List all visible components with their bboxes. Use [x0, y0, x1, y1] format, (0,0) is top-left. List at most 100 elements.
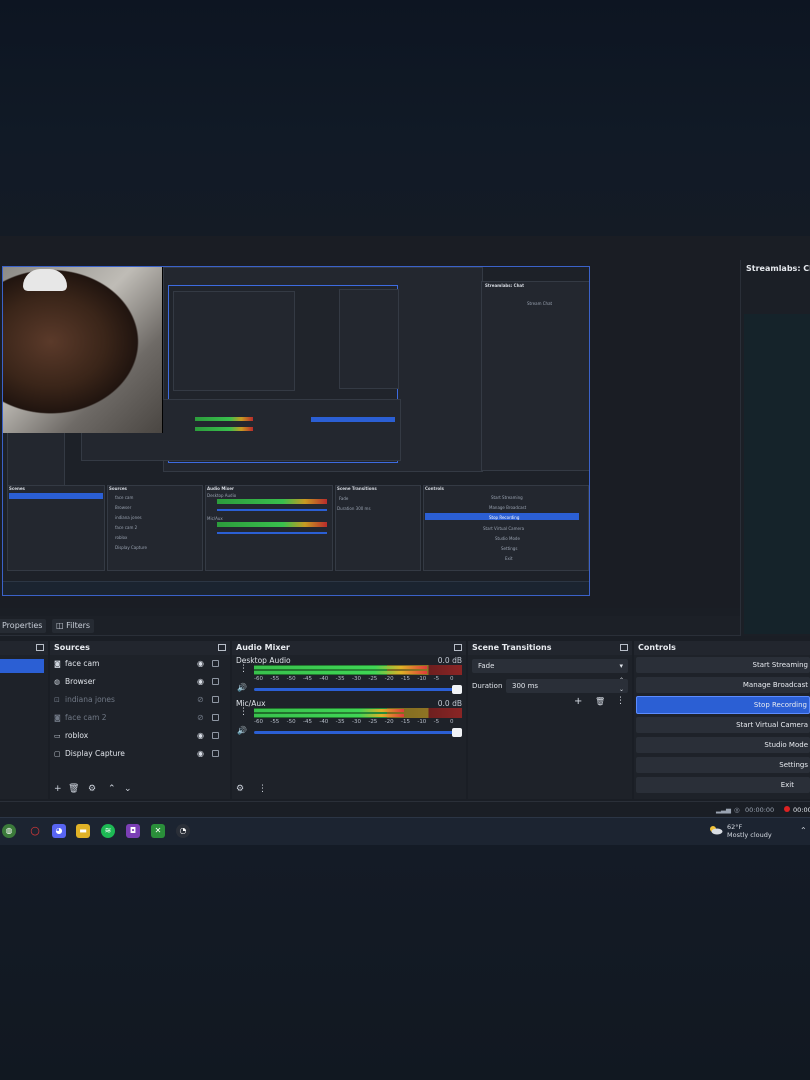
window-icon: ▭ [54, 732, 61, 740]
gear-icon[interactable]: ⚙ [88, 784, 96, 794]
properties-button[interactable]: Properties [0, 619, 47, 633]
exit-button[interactable]: Exit [636, 777, 810, 793]
slider-handle[interactable] [452, 728, 462, 737]
eye-hidden-icon[interactable]: ⊘ [197, 710, 204, 726]
meter-tick-label: -45 [303, 719, 312, 725]
speaker-icon[interactable]: 🔊 [237, 726, 247, 735]
app-icon[interactable]: ◘ [126, 824, 140, 838]
lock-icon[interactable] [212, 750, 219, 757]
nested-scene-sel [9, 493, 103, 499]
start-streaming-button[interactable]: Start Streaming [636, 657, 810, 673]
obs-icon[interactable]: ◔ [176, 824, 190, 838]
meter-level [254, 714, 404, 717]
nested-meter-3 [217, 499, 327, 504]
scenes-dock [0, 641, 48, 799]
nested-mic: Mic/Aux [207, 516, 223, 521]
preview-canvas[interactable]: Streamlabs: Chat Stream Chat Scenes Sour… [2, 266, 590, 596]
nested-canvas-inner [173, 291, 295, 391]
eye-icon[interactable]: ◉ [197, 746, 204, 762]
chevron-up-icon[interactable]: ⌃ [800, 826, 807, 835]
source-item[interactable]: ◙ face cam 2 ⊘ [54, 710, 226, 726]
lock-icon[interactable] [212, 660, 219, 667]
nested-sources-title: Sources [109, 486, 127, 491]
source-item[interactable]: ◙ face cam ◉ [54, 656, 226, 672]
cloud-icon [710, 826, 723, 835]
duration-value: 300 ms [512, 682, 539, 690]
gamepad-icon: ⊡ [54, 696, 60, 704]
nested-src-2: Browser [115, 505, 132, 510]
scene-item-selected[interactable] [0, 659, 44, 673]
eye-icon[interactable]: ◉ [197, 674, 204, 690]
slider-handle[interactable] [452, 685, 462, 694]
source-label: face cam 2 [65, 713, 107, 722]
more-icon[interactable]: ⋮ [258, 784, 267, 794]
lock-icon[interactable] [212, 696, 219, 703]
source-item[interactable]: ◍ Browser ◉ [54, 674, 226, 690]
nested-meter-4 [217, 522, 327, 527]
nested-desktop-audio: Desktop Audio [207, 493, 237, 498]
undock-icon[interactable] [620, 644, 628, 651]
undock-icon[interactable] [218, 644, 226, 651]
meter-tick-label: -50 [286, 719, 296, 725]
nested-settings: Settings [501, 546, 518, 551]
stop-recording-button[interactable]: Stop Recording [636, 696, 810, 714]
eye-hidden-icon[interactable]: ⊘ [197, 692, 204, 708]
eye-icon[interactable]: ◉ [197, 656, 204, 672]
trash-icon[interactable]: 🗑 [68, 784, 79, 794]
source-item[interactable]: ⊡ indiana jones ⊘ [54, 692, 226, 708]
meter-tick-label: -40 [319, 676, 329, 682]
spotify-icon[interactable]: ≋ [101, 824, 115, 838]
folder-icon[interactable]: ▬ [76, 824, 90, 838]
browser-icon[interactable]: ◍ [2, 824, 16, 838]
stream-time: 00:00:00 [745, 806, 775, 814]
volume-slider[interactable] [254, 728, 462, 737]
eye-icon[interactable]: ◉ [197, 728, 204, 744]
filters-button[interactable]: ◫ Filters [52, 619, 95, 633]
volume-slider[interactable] [254, 685, 462, 694]
gear-icon[interactable]: ⚙ [236, 784, 244, 794]
xbox-icon[interactable]: ✕ [151, 824, 165, 838]
discord-icon[interactable]: ◕ [52, 824, 66, 838]
stepper-icon[interactable]: ⌃ ⌄ [619, 676, 624, 694]
meter-tick-label: -20 [384, 719, 394, 725]
camera-icon: ◙ [54, 660, 61, 668]
more-icon[interactable]: ⋮ [239, 707, 248, 717]
nested-streamlabs-chat [481, 281, 589, 471]
undock-icon[interactable] [454, 644, 462, 651]
lock-icon[interactable] [212, 714, 219, 721]
transition-select[interactable]: Fade ▾ [472, 659, 628, 673]
chevron-down-icon[interactable]: ⌄ [124, 784, 132, 794]
lock-icon[interactable] [212, 678, 219, 685]
more-icon[interactable]: ⋮ [616, 696, 625, 706]
duration-input[interactable]: 300 ms ⌃ ⌄ [506, 676, 628, 694]
meter-tick-label: -55 [270, 676, 280, 682]
add-icon[interactable]: + [574, 696, 582, 707]
source-label: Browser [65, 677, 96, 686]
weather-widget[interactable]: 62°F Mostly cloudy [710, 823, 772, 839]
more-icon[interactable]: ⋮ [239, 664, 248, 674]
volume-meter [254, 708, 462, 718]
mixer-toolbar: ⚙ ⋮ [232, 781, 466, 799]
source-item[interactable]: ▭ roblox ◉ [54, 728, 226, 744]
opera-icon[interactable]: ○ [28, 824, 42, 838]
meter-level [254, 666, 427, 669]
meter-tick-label: -10 [417, 719, 427, 725]
meter-tick-label: -15 [401, 719, 410, 725]
lock-icon[interactable] [212, 732, 219, 739]
manage-broadcast-button[interactable]: Manage Broadcast [636, 677, 810, 693]
preview-area[interactable]: Streamlabs: Chat Stream Chat Scenes Sour… [0, 236, 740, 608]
chevron-up-icon[interactable]: ⌃ [108, 784, 116, 794]
studio-mode-button[interactable]: Studio Mode [636, 737, 810, 753]
streamlabs-chat-body[interactable] [744, 314, 810, 634]
trash-icon[interactable]: 🗑 [595, 697, 605, 706]
source-label: indiana jones [65, 695, 115, 704]
speaker-icon[interactable]: 🔊 [237, 683, 247, 692]
settings-button[interactable]: Settings [636, 757, 810, 773]
add-icon[interactable]: + [54, 784, 62, 794]
source-item[interactable]: ▢ Display Capture ◉ [54, 746, 226, 762]
source-label: roblox [65, 731, 89, 740]
undock-icon[interactable] [36, 644, 44, 651]
meter-tick-label: -10 [417, 676, 427, 682]
start-virtual-camera-button[interactable]: Start Virtual Camera [636, 717, 810, 733]
nested-src-6: Display Capture [115, 545, 147, 550]
